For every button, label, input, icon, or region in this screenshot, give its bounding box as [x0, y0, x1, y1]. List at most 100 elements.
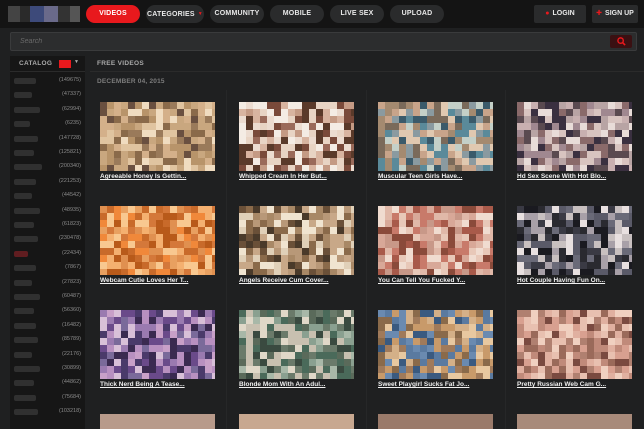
catalog-item[interactable]: (103218): [10, 405, 85, 419]
video-thumbnail[interactable]: [100, 206, 215, 275]
nav-live-sex[interactable]: LIVE SEX: [330, 5, 384, 23]
catalog-item[interactable]: (200340): [10, 160, 85, 174]
catalog-title: CATALOG: [19, 60, 53, 67]
site-logo[interactable]: [8, 6, 80, 22]
catalog-item-label: [14, 394, 36, 401]
catalog-item-label: [14, 250, 28, 257]
catalog-item-label: [14, 78, 36, 84]
video-thumbnail[interactable]: [378, 206, 493, 275]
catalog-item-count: (48935): [62, 206, 81, 213]
catalog-item[interactable]: (30899): [10, 362, 85, 376]
nav-videos[interactable]: VIDEOS: [86, 5, 140, 23]
catalog-item[interactable]: (147728): [10, 132, 85, 146]
video-thumbnail[interactable]: [378, 414, 493, 429]
search-icon: [617, 37, 626, 46]
video-thumbnail[interactable]: [517, 206, 632, 275]
catalog-item-count: (62994): [62, 105, 81, 112]
video-thumbnail[interactable]: [239, 102, 354, 171]
video-title-link[interactable]: Hd Sex Scene With Hot Blo...: [517, 173, 635, 180]
video-thumbnail[interactable]: [100, 310, 215, 379]
video-thumbnail[interactable]: [517, 102, 632, 171]
catalog-item-label: [14, 222, 34, 228]
nav-upload[interactable]: UPLOAD: [390, 5, 444, 23]
flag-icon[interactable]: [59, 60, 71, 68]
catalog-item[interactable]: (125821): [10, 146, 85, 160]
catalog-item[interactable]: (27823): [10, 276, 85, 290]
catalog-item[interactable]: (48935): [10, 204, 85, 218]
video-title-link[interactable]: Webcam Cutie Loves Her T...: [100, 277, 218, 284]
catalog-item[interactable]: (44862): [10, 376, 85, 390]
nav-mobile[interactable]: MOBILE: [270, 5, 324, 23]
catalog-item-label: [14, 308, 34, 315]
nav-community[interactable]: COMMUNITY: [210, 5, 264, 23]
video-title-link[interactable]: You Can Tell You Fucked Y...: [378, 277, 496, 284]
catalog-item[interactable]: (60487): [10, 290, 85, 304]
video-title-link[interactable]: Hot Couple Having Fun On...: [517, 277, 635, 284]
catalog-item[interactable]: (7867): [10, 261, 85, 275]
catalog-item-count: (6235): [65, 120, 81, 127]
catalog-item[interactable]: (6235): [10, 117, 85, 131]
catalog-item-label: [14, 409, 38, 416]
catalog-item-count: (85789): [62, 336, 81, 343]
catalog-item[interactable]: (230478): [10, 232, 85, 246]
column-divider: [505, 90, 506, 429]
video-thumbnail[interactable]: [239, 310, 354, 379]
catalog-item-count: (56360): [62, 307, 81, 314]
catalog-item-count: (44862): [62, 379, 81, 386]
catalog-item-label: [14, 279, 32, 286]
catalog-item-count: (61823): [62, 221, 81, 227]
catalog-item[interactable]: (221253): [10, 175, 85, 189]
catalog-item-label: [14, 294, 40, 300]
video-title-link[interactable]: Agreeable Honey Is Gettin...: [100, 173, 218, 180]
catalog-item-count: (27823): [62, 278, 81, 285]
section-title: FREE VIDEOS: [97, 60, 145, 67]
video-thumbnail[interactable]: [517, 310, 632, 379]
video-title-link[interactable]: Angels Receive Cum Cover...: [239, 277, 357, 284]
video-thumbnail[interactable]: [239, 414, 354, 429]
video-title-link[interactable]: Muscular Teen Girls Have...: [378, 173, 496, 180]
catalog-item[interactable]: (47337): [10, 88, 85, 102]
catalog-item-label: [14, 150, 34, 156]
video-title-link[interactable]: Pretty Russian Web Cam G...: [517, 381, 635, 388]
search-button[interactable]: [610, 35, 632, 48]
video-thumbnail[interactable]: [378, 310, 493, 379]
catalog-item[interactable]: (56360): [10, 304, 85, 318]
catalog-item[interactable]: (61823): [10, 218, 85, 232]
nav-categories[interactable]: CATEGORIES ▼: [146, 5, 204, 23]
video-thumbnail[interactable]: [100, 102, 215, 171]
catalog-item[interactable]: (62994): [10, 103, 85, 117]
date-heading: DECEMBER 04, 2015: [97, 78, 165, 85]
catalog-item[interactable]: (44542): [10, 189, 85, 203]
catalog-item-label: [14, 121, 30, 128]
video-thumbnail[interactable]: [239, 206, 354, 275]
catalog-item-count: (75684): [62, 393, 81, 400]
video-title-link[interactable]: Thick Nerd Being A Tease...: [100, 381, 218, 388]
video-thumbnail[interactable]: [517, 414, 632, 429]
search-input[interactable]: [11, 33, 606, 50]
column-divider: [366, 90, 367, 429]
catalog-item-label: [14, 207, 40, 214]
video-title-link[interactable]: Sweet Playgirl Sucks Fat Jo...: [378, 381, 496, 388]
top-bar: VIDEOS CATEGORIES ▼ COMMUNITY MOBILE LIVE…: [0, 0, 644, 28]
catalog-sidebar: CATALOG ▼ (149675) (47337) (62994) (6235) (1…: [10, 56, 85, 429]
plus-icon: ✚: [596, 10, 603, 17]
catalog-item[interactable]: (85789): [10, 333, 85, 347]
catalog-item[interactable]: (149675): [10, 74, 85, 88]
signup-button[interactable]: ✚ SIGN UP: [592, 5, 638, 23]
login-button[interactable]: ● LOGIN: [534, 5, 586, 23]
catalog-item-label: [14, 351, 32, 358]
catalog-item[interactable]: (22434): [10, 247, 85, 261]
video-title-link[interactable]: Blonde Mom With An Adul...: [239, 381, 357, 388]
catalog-item[interactable]: (16482): [10, 319, 85, 333]
catalog-item[interactable]: (22176): [10, 348, 85, 362]
video-thumbnail[interactable]: [100, 414, 215, 429]
catalog-item-count: (44542): [62, 192, 81, 199]
chevron-down-icon[interactable]: ▼: [74, 59, 79, 65]
catalog-item-label: [14, 265, 36, 272]
catalog-header[interactable]: CATALOG ▼: [10, 56, 85, 72]
catalog-item[interactable]: (75684): [10, 391, 85, 405]
catalog-item-count: (221253): [58, 177, 81, 184]
video-title-link[interactable]: Whipped Cream In Her But...: [239, 173, 357, 180]
catalog-item-count: (149675): [58, 77, 81, 83]
video-thumbnail[interactable]: [378, 102, 493, 171]
